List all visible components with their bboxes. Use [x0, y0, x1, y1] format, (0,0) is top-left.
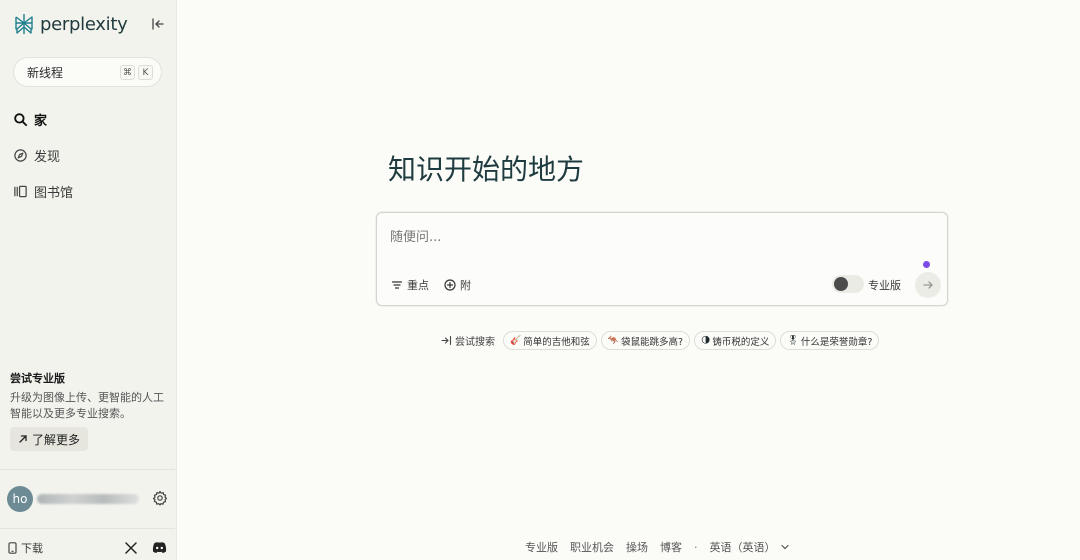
focus-button[interactable]: 重点 [391, 277, 429, 293]
avatar: ho [7, 486, 33, 512]
language-label: 英语（英语） [709, 541, 776, 554]
toggle-knob [834, 277, 848, 291]
cmd-key: ⌘ [120, 65, 135, 80]
promo-description: 升级为图像上传、更智能的人工智能以及更多专业搜索。 [10, 391, 164, 420]
user-account[interactable]: ho [7, 486, 168, 512]
moon-icon: 🌗 [701, 335, 711, 346]
sidebar-item-label: 家 [34, 113, 48, 129]
download-label: 下载 [21, 542, 43, 555]
filter-icon [391, 281, 403, 289]
arrow-into-icon [441, 335, 452, 346]
suggestion-chip[interactable]: 🦘 袋鼠能跳多高? [600, 331, 690, 350]
search-input[interactable] [390, 227, 890, 247]
pro-promo: 尝试专业版 升级为图像上传、更智能的人工智能以及更多专业搜索。 了解更多 [10, 370, 165, 451]
language-select[interactable]: 英语（英语） [710, 539, 790, 555]
sidebar-item-home[interactable]: 家 [13, 108, 163, 130]
learn-more-button[interactable]: 了解更多 [10, 427, 89, 451]
brand-name: perplexity [40, 13, 128, 35]
k-key: K [138, 65, 153, 80]
medal-icon: 🎖 [787, 335, 799, 346]
suggestion-chip[interactable]: 🌗 铸币税的定义 [694, 331, 777, 350]
shortcut-hint: ⌘ K [120, 65, 153, 80]
search-box: 重点 附 专业版 [376, 212, 948, 306]
status-dot [923, 261, 930, 268]
promo-title: 尝试专业版 [10, 372, 65, 385]
learn-more-label: 了解更多 [32, 432, 81, 447]
footer-separator: · [694, 540, 698, 554]
sidebar: perplexity 新线程 ⌘ K 家 发现 图书馆 尝试专业版 升级为图像上… [0, 0, 175, 560]
divider [0, 469, 175, 470]
suggestions: 尝试搜索 🎸 简单的吉他和弦 🦘 袋鼠能跳多高? 🌗 铸币税的定义 🎖 什么是荣… [441, 331, 883, 350]
guitar-icon: 🎸 [510, 335, 522, 346]
perplexity-logo-icon [15, 14, 33, 34]
attach-button[interactable]: 附 [444, 277, 471, 293]
new-thread-label: 新线程 [27, 65, 64, 80]
sidebar-footer: 下载 [8, 540, 168, 556]
footer-link-careers[interactable]: 职业机会 [570, 539, 614, 555]
suggestion-label: 简单的吉他和弦 [523, 336, 590, 348]
pro-toggle[interactable] [832, 275, 864, 293]
plus-circle-icon [444, 279, 456, 291]
username-redacted [37, 494, 139, 504]
collapse-sidebar-icon[interactable] [151, 17, 165, 31]
download-button[interactable]: 下载 [8, 540, 43, 556]
chevron-down-icon [780, 544, 789, 550]
pro-label: 专业版 [868, 279, 901, 292]
arrow-right-icon [923, 281, 933, 289]
attach-label: 附 [460, 279, 471, 292]
main-content: 知识开始的地方 重点 附 专业版 [176, 0, 1080, 560]
x-twitter-icon[interactable] [125, 542, 137, 554]
try-search-label: 尝试搜索 [441, 333, 495, 348]
arrow-up-right-icon [19, 435, 27, 443]
submit-button[interactable] [915, 272, 941, 298]
phone-icon [8, 542, 17, 554]
footer-link-blog[interactable]: 博客 [660, 539, 682, 555]
divider [0, 528, 175, 529]
suggestion-label: 铸币税的定义 [712, 336, 770, 348]
new-thread-button[interactable]: 新线程 ⌘ K [13, 57, 162, 87]
footer-link-pro[interactable]: 专业版 [525, 539, 558, 555]
suggestion-label: 袋鼠能跳多高? [620, 336, 683, 348]
brand[interactable]: perplexity [12, 11, 128, 37]
kangaroo-icon: 🦘 [607, 335, 619, 346]
search-icon [14, 112, 28, 126]
focus-label: 重点 [407, 279, 429, 292]
discord-icon[interactable] [152, 541, 167, 554]
footer-link-playground[interactable]: 操场 [626, 539, 648, 555]
suggestion-label: 什么是荣誉勋章? [800, 336, 873, 348]
try-search-text: 尝试搜索 [455, 337, 495, 348]
gear-icon[interactable] [152, 490, 168, 506]
suggestion-chip[interactable]: 🎖 什么是荣誉勋章? [780, 331, 880, 350]
page-title: 知识开始的地方 [387, 153, 584, 186]
footer: 专业版 职业机会 操场 博客 · 英语（英语） [525, 539, 790, 555]
suggestion-chip[interactable]: 🎸 简单的吉他和弦 [503, 331, 597, 350]
